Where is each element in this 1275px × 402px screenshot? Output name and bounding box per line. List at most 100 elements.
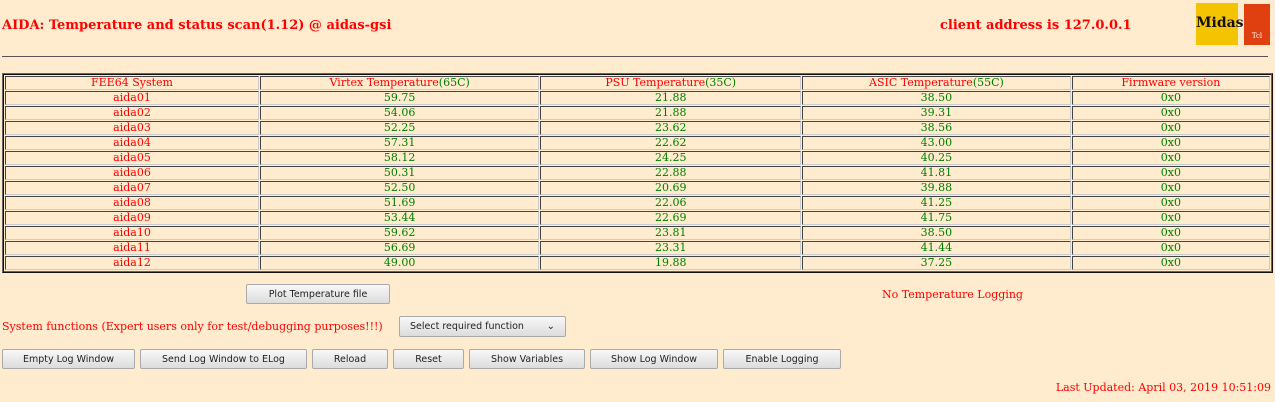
plot-temperature-file-button[interactable]: Plot Temperature file [246,284,390,304]
system-functions-label: System functions (Expert users only for … [2,320,383,333]
column-header: PSU Temperature(35C) [540,76,802,90]
virtex-temp-cell: 59.75 [260,91,540,105]
show-variables-button[interactable]: Show Variables [469,349,585,369]
system-cell: aida12 [5,256,259,270]
table-row: aida04 57.31 22.62 43.00 0x0 [5,136,1270,150]
system-cell: aida08 [5,196,259,210]
psu-temp-cell: 20.69 [540,181,802,195]
asic-temp-cell: 41.75 [802,211,1071,225]
system-cell: aida02 [5,106,259,120]
firmware-cell: 0x0 [1071,166,1270,180]
chevron-down-icon: ⌄ [546,321,555,332]
asic-temp-cell: 39.88 [802,181,1071,195]
virtex-temp-cell: 57.31 [260,136,540,150]
virtex-temp-cell: 58.12 [260,151,540,165]
asic-temp-cell: 43.00 [802,136,1071,150]
psu-temp-cell: 21.88 [540,91,802,105]
table-row: aida01 59.75 21.88 38.50 0x0 [5,91,1270,105]
table-row: aida06 50.31 22.88 41.81 0x0 [5,166,1270,180]
tcl-logo: Tcl [1244,4,1270,45]
psu-temp-cell: 22.88 [540,166,802,180]
firmware-cell: 0x0 [1071,91,1270,105]
show-log-window-button[interactable]: Show Log Window [590,349,718,369]
virtex-temp-cell: 56.69 [260,241,540,255]
firmware-cell: 0x0 [1071,211,1270,225]
column-header-label: Firmware version [1121,76,1221,89]
reload-button[interactable]: Reload [312,349,388,369]
system-cell: aida10 [5,226,259,240]
system-cell: aida11 [5,241,259,255]
column-header-label: Virtex Temperature [329,76,439,89]
asic-temp-cell: 37.25 [802,256,1071,270]
column-header: Virtex Temperature(65C) [260,76,540,90]
column-header-limit: (65C) [438,76,470,89]
virtex-temp-cell: 53.44 [260,211,540,225]
virtex-temp-cell: 51.69 [260,196,540,210]
system-cell: aida06 [5,166,259,180]
asic-temp-cell: 38.56 [802,121,1071,135]
column-header-label: FEE64 System [91,76,173,89]
asic-temp-cell: 39.31 [802,106,1071,120]
table-row: aida05 58.12 24.25 40.25 0x0 [5,151,1270,165]
column-header: FEE64 System [5,76,259,90]
virtex-temp-cell: 54.06 [260,106,540,120]
table-row: aida07 52.50 20.69 39.88 0x0 [5,181,1270,195]
firmware-cell: 0x0 [1071,256,1270,270]
logging-status: No Temperature Logging [882,288,1023,301]
column-header-limit: (35C) [705,76,737,89]
function-select[interactable]: Select required function ⌄ [399,316,566,337]
asic-temp-cell: 38.50 [802,226,1071,240]
send-log-window-to-elog-button[interactable]: Send Log Window to ELog [140,349,307,369]
column-header: ASIC Temperature(55C) [802,76,1071,90]
firmware-cell: 0x0 [1071,241,1270,255]
system-cell: aida01 [5,91,259,105]
system-cell: aida09 [5,211,259,225]
table-row: aida11 56.69 23.31 41.44 0x0 [5,241,1270,255]
psu-temp-cell: 22.62 [540,136,802,150]
reset-button[interactable]: Reset [393,349,464,369]
firmware-cell: 0x0 [1071,121,1270,135]
table-row: aida08 51.69 22.06 41.25 0x0 [5,196,1270,210]
virtex-temp-cell: 59.62 [260,226,540,240]
asic-temp-cell: 40.25 [802,151,1071,165]
firmware-cell: 0x0 [1071,151,1270,165]
psu-temp-cell: 23.81 [540,226,802,240]
table-row: aida10 59.62 23.81 38.50 0x0 [5,226,1270,240]
midas-logo: Midas [1196,3,1244,45]
psu-temp-cell: 23.62 [540,121,802,135]
asic-temp-cell: 41.81 [802,166,1071,180]
asic-temp-cell: 41.44 [802,241,1071,255]
virtex-temp-cell: 52.50 [260,181,540,195]
system-cell: aida03 [5,121,259,135]
system-cell: aida04 [5,136,259,150]
client-address: client address is 127.0.0.1 [940,18,1132,33]
system-cell: aida07 [5,181,259,195]
column-header-limit: (55C) [972,76,1004,89]
firmware-cell: 0x0 [1071,136,1270,150]
psu-temp-cell: 24.25 [540,151,802,165]
column-header-label: ASIC Temperature [869,76,973,89]
firmware-cell: 0x0 [1071,106,1270,120]
asic-temp-cell: 41.25 [802,196,1071,210]
table-row: aida02 54.06 21.88 39.31 0x0 [5,106,1270,120]
asic-temp-cell: 38.50 [802,91,1071,105]
page-title: AIDA: Temperature and status scan(1.12) … [2,18,392,33]
enable-logging-button[interactable]: Enable Logging [723,349,841,369]
psu-temp-cell: 19.88 [540,256,802,270]
function-select-value: Select required function [410,321,524,332]
table-row: aida09 53.44 22.69 41.75 0x0 [5,211,1270,225]
header-row: FEE64 System Virtex Temperature(65C) PSU T… [5,76,1270,90]
column-header: Firmware version [1071,76,1270,90]
firmware-cell: 0x0 [1071,196,1270,210]
system-cell: aida05 [5,151,259,165]
psu-temp-cell: 22.69 [540,211,802,225]
firmware-cell: 0x0 [1071,226,1270,240]
table-row: aida03 52.25 23.62 38.56 0x0 [5,121,1270,135]
virtex-temp-cell: 50.31 [260,166,540,180]
firmware-cell: 0x0 [1071,181,1270,195]
empty-log-window-button[interactable]: Empty Log Window [2,349,135,369]
virtex-temp-cell: 52.25 [260,121,540,135]
divider [2,56,1268,57]
psu-temp-cell: 23.31 [540,241,802,255]
psu-temp-cell: 22.06 [540,196,802,210]
